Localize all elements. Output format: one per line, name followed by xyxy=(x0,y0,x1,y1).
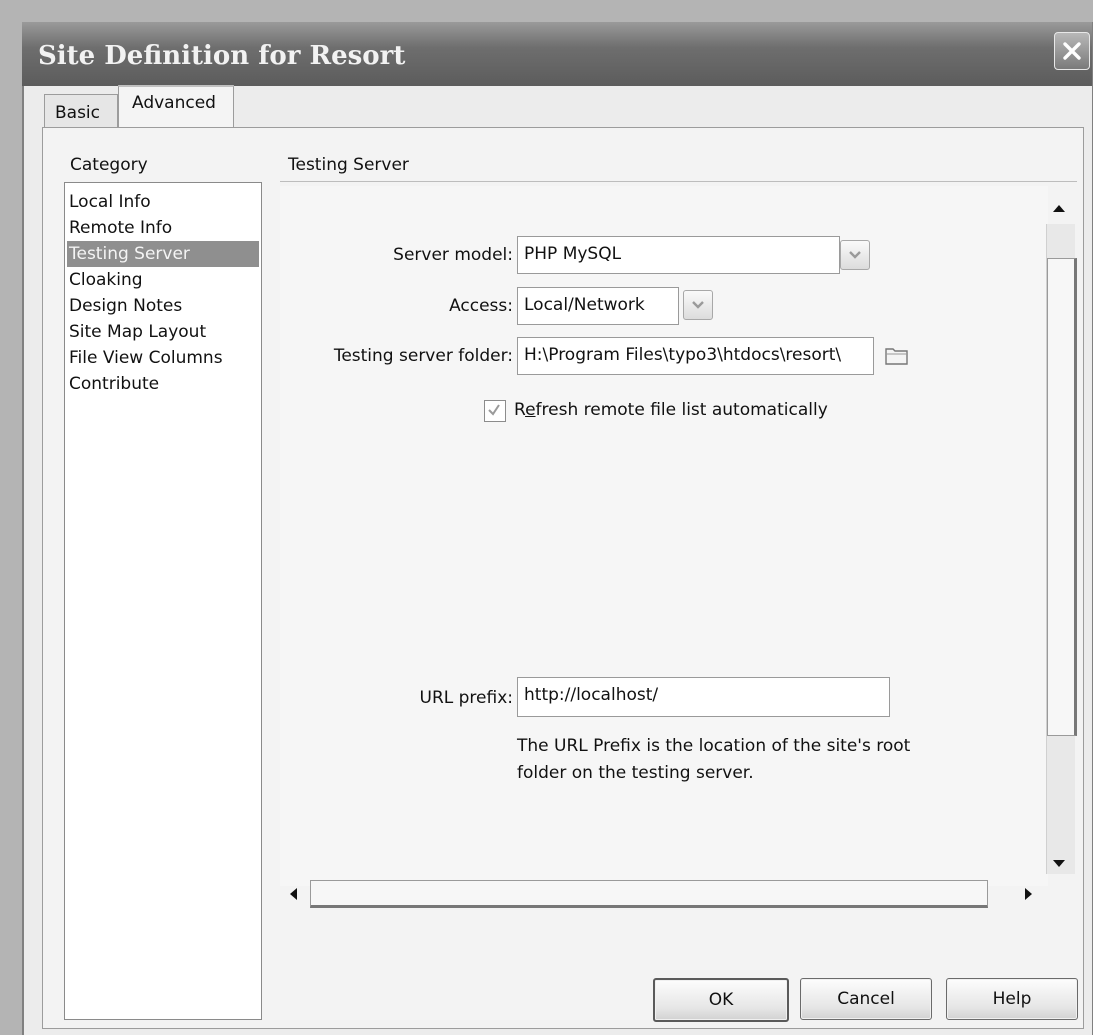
category-item-design-notes[interactable]: Design Notes xyxy=(69,293,182,319)
arrow-left-icon xyxy=(290,888,297,900)
url-prefix-help-text: The URL Prefix is the location of the si… xyxy=(517,736,911,783)
category-item-testing-server[interactable]: Testing Server xyxy=(67,241,259,267)
access-value: Local/Network xyxy=(524,295,645,315)
testing-folder-label: Testing server folder: xyxy=(333,346,513,366)
tab-advanced-label: Advanced xyxy=(132,93,216,113)
testing-folder-input[interactable]: H:\Program Files\typo3\htdocs\resort\ xyxy=(517,337,874,375)
url-prefix-input[interactable]: http://localhost/ xyxy=(517,677,890,717)
category-item-cloaking[interactable]: Cloaking xyxy=(69,267,143,293)
tab-basic[interactable]: Basic xyxy=(44,94,118,127)
category-heading: Category xyxy=(70,155,148,175)
scroll-left-button[interactable] xyxy=(280,880,306,908)
category-item-local-info[interactable]: Local Info xyxy=(69,189,151,215)
section-title: Testing Server xyxy=(288,155,409,175)
close-icon xyxy=(1063,42,1081,60)
horizontal-scrollbar[interactable] xyxy=(280,876,1048,910)
scroll-up-button[interactable] xyxy=(1046,194,1072,222)
url-prefix-value: http://localhost/ xyxy=(524,685,659,705)
server-model-dropdown-button[interactable] xyxy=(840,240,870,270)
folder-icon xyxy=(885,348,908,365)
tab-advanced[interactable]: Advanced xyxy=(118,85,234,130)
vertical-scroll-thumb[interactable] xyxy=(1047,258,1077,736)
server-model-select[interactable]: PHP MySQL xyxy=(517,236,840,274)
window-title: Site Definition for Resort xyxy=(38,41,406,71)
title-bar[interactable]: Site Definition for Resort xyxy=(22,22,1092,86)
url-prefix-label: URL prefix: xyxy=(419,688,514,708)
refresh-label-mnemonic: e xyxy=(525,400,536,420)
close-button[interactable] xyxy=(1054,32,1090,70)
chevron-down-icon xyxy=(692,301,704,309)
category-list[interactable]: Local Info Remote Info Testing Server Cl… xyxy=(64,182,262,1020)
access-dropdown-button[interactable] xyxy=(683,290,713,320)
refresh-label-r: R xyxy=(514,400,526,420)
refresh-remote-checkbox[interactable] xyxy=(484,400,506,422)
access-select[interactable]: Local/Network xyxy=(517,287,679,325)
refresh-remote-label[interactable]: Refresh remote file list automatically xyxy=(514,400,828,420)
tab-basic-label: Basic xyxy=(55,103,101,123)
category-item-file-view-columns[interactable]: File View Columns xyxy=(69,345,223,371)
horizontal-scroll-thumb[interactable] xyxy=(310,880,988,908)
help-button[interactable]: Help xyxy=(946,978,1078,1020)
cancel-button[interactable]: Cancel xyxy=(800,978,932,1020)
vertical-scroll-track[interactable] xyxy=(1046,224,1077,874)
arrow-down-icon xyxy=(1053,860,1065,867)
server-model-label: Server model: xyxy=(393,245,513,265)
browse-folder-button[interactable] xyxy=(884,343,910,367)
arrow-right-icon xyxy=(1025,888,1032,900)
access-label: Access: xyxy=(449,296,513,316)
chevron-down-icon xyxy=(849,251,861,259)
category-item-remote-info[interactable]: Remote Info xyxy=(69,215,172,241)
ok-button[interactable]: OK xyxy=(653,978,789,1022)
refresh-label-rest: fresh remote file list automatically xyxy=(535,400,828,420)
scroll-down-button[interactable] xyxy=(1046,850,1072,878)
section-divider xyxy=(280,181,1077,182)
scroll-right-button[interactable] xyxy=(1016,880,1042,908)
testing-folder-value: H:\Program Files\typo3\htdocs\resort\ xyxy=(524,345,842,365)
checkmark-icon xyxy=(488,404,500,416)
arrow-up-icon xyxy=(1053,205,1065,212)
category-item-site-map-layout[interactable]: Site Map Layout xyxy=(69,319,206,345)
vertical-scrollbar[interactable] xyxy=(1046,194,1077,904)
server-model-value: PHP MySQL xyxy=(524,244,622,264)
category-item-contribute[interactable]: Contribute xyxy=(69,371,159,397)
